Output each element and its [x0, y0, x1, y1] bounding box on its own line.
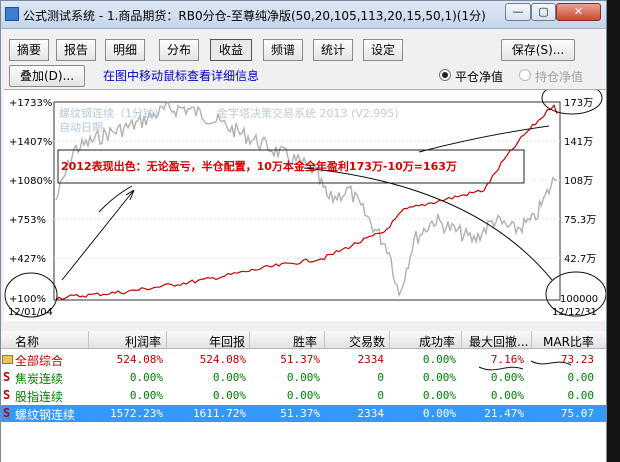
left-tick: +753%	[9, 215, 46, 226]
left-tick: +427%	[9, 254, 46, 265]
tab-summary[interactable]: 摘要	[9, 39, 49, 61]
row-name: 股指连续	[15, 390, 64, 404]
s-icon: S	[3, 406, 11, 420]
row-annual: 0.00%	[212, 389, 246, 402]
close-button[interactable]: ✕	[556, 3, 601, 21]
row-trades: 0	[377, 389, 384, 402]
app-icon	[5, 7, 19, 21]
s-icon: S	[3, 388, 11, 402]
chart-legend: 螺纹钢连续（1分钟）	[59, 106, 165, 120]
chart-watermark: 金字塔决策交易系统 2013 (V2.995)	[217, 106, 399, 120]
save-button[interactable]: 保存(S)...	[501, 39, 575, 61]
plot-frame	[53, 101, 561, 301]
tab-spectrum[interactable]: 频谱	[263, 39, 303, 61]
maximize-button[interactable]: ▢	[531, 3, 556, 21]
handwritten-marks	[478, 360, 572, 371]
table-row[interactable]: S 螺纹钢连续 1572.23% 1611.72% 51.37% 2334 0.…	[1, 405, 606, 422]
left-tick: +1407%	[9, 137, 52, 148]
window-title: 公式测试系统 - 1.商品期货：RB0分仓-至尊纯净版(50,20,105,11…	[23, 9, 486, 23]
row-winrate: 51.37%	[280, 407, 320, 420]
equity-chart-svg[interactable]: 螺纹钢连续（1分钟） 自动日期 金字塔决策交易系统 2013 (V2.995) …	[4, 90, 606, 322]
right-tick: 42.7万	[564, 254, 596, 265]
row-annual: 1611.72%	[193, 407, 246, 420]
row-drawdown: 0.00%	[490, 389, 524, 402]
left-tick: +1733%	[9, 98, 52, 109]
tab-statistics[interactable]: 统计	[313, 39, 353, 61]
tab-settings[interactable]: 设定	[363, 39, 403, 61]
results-table: 名称 利润率 年回报 胜率 交易数 成功率 最大回撤... MAR比率 全部综合…	[1, 331, 606, 462]
app-window: 公式测试系统 - 1.商品期货：RB0分仓-至尊纯净版(50,20,105,11…	[0, 0, 607, 462]
chart-subtitle: 自动日期	[59, 121, 103, 134]
equity-chart[interactable]: 螺纹钢连续（1分钟） 自动日期 金字塔决策交易系统 2013 (V2.995) …	[4, 89, 606, 321]
row-profit: 0.00%	[129, 389, 163, 402]
right-tick: 75.3万	[564, 215, 596, 226]
tab-distribution[interactable]: 分布	[159, 39, 199, 61]
right-tick: 108万	[564, 176, 593, 187]
underline-mark	[478, 366, 524, 371]
title-bar[interactable]: 公式测试系统 - 1.商品期货：RB0分仓-至尊纯净版(50,20,105,11…	[1, 1, 606, 29]
row-mar: 0.00	[567, 389, 595, 402]
row-name: 螺纹钢连续	[15, 408, 76, 422]
row-drawdown: 21.47%	[484, 407, 524, 420]
left-tick: +1080%	[9, 176, 52, 187]
right-tick: 173万	[564, 98, 593, 109]
left-tick: +100%	[9, 294, 46, 305]
tab-report[interactable]: 报告	[56, 39, 96, 61]
close-net-radio[interactable]	[439, 69, 451, 81]
annotation-text: 2012表现出色：无论盈亏，半仓配置，10万本金全年盈利173万-10万=163…	[61, 159, 457, 173]
row-success: 0.00%	[422, 389, 456, 402]
hover-hint: 在图中移动鼠标查看详细信息	[103, 69, 260, 83]
tab-detail[interactable]: 明细	[105, 39, 145, 61]
overlay-button[interactable]: 叠加(D)...	[9, 65, 85, 87]
row-profit: 1572.23%	[110, 407, 163, 420]
row-success: 0.00%	[422, 407, 456, 420]
background-strip	[607, 0, 620, 462]
row-mar: 75.07	[560, 407, 594, 420]
hold-net-label[interactable]: 持仓净值	[535, 68, 583, 85]
right-tick: 141万	[564, 137, 593, 148]
row-trades: 2334	[357, 407, 385, 420]
row-winrate: 0.00%	[286, 389, 320, 402]
tab-returns[interactable]: 收益	[210, 39, 252, 61]
close-net-label[interactable]: 平仓净值	[455, 68, 503, 85]
table-row[interactable]: S 股指连续 0.00% 0.00% 0.00% 0 0.00% 0.00% 0…	[1, 387, 606, 404]
right-tick: 100000	[560, 294, 598, 305]
underline-mark	[530, 360, 572, 366]
minimize-button[interactable]: —	[505, 3, 531, 21]
hold-net-radio[interactable]	[519, 69, 531, 81]
